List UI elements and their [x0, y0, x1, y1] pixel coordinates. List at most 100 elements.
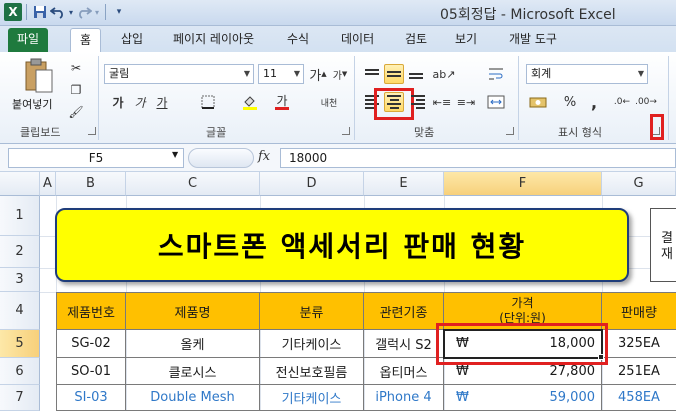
table-cell-id[interactable]: SG-02: [56, 330, 126, 358]
redo-icon[interactable]: [75, 3, 93, 21]
table-cell-category[interactable]: 전신보호필름: [260, 358, 364, 385]
table-cell-qty[interactable]: 251EA: [602, 358, 676, 385]
table-cell-name[interactable]: 올케: [126, 330, 260, 358]
font-size-select[interactable]: 11 ▼: [258, 64, 304, 84]
column-header-e[interactable]: E: [364, 172, 444, 196]
formula-value: 18000: [289, 151, 328, 165]
font-color-button[interactable]: 가: [272, 92, 292, 112]
merge-center-icon[interactable]: [486, 92, 506, 112]
table-header-model[interactable]: 관련기종: [364, 292, 444, 330]
wrap-text-icon[interactable]: [486, 64, 506, 84]
column-header-c[interactable]: C: [126, 172, 260, 196]
title-banner[interactable]: 스마트폰 액세서리 판매 현황: [55, 208, 629, 282]
decrease-decimal-icon[interactable]: .00→: [635, 92, 657, 112]
font-launcher-icon[interactable]: [342, 127, 350, 135]
paste-label: 붙여넣기: [12, 98, 53, 111]
align-middle-icon[interactable]: [384, 64, 404, 84]
fill-color-icon[interactable]: [240, 92, 260, 112]
row-header-7[interactable]: 7: [0, 385, 40, 411]
row-header-2[interactable]: 2: [0, 236, 40, 268]
tab-data[interactable]: 데이터: [332, 28, 383, 52]
column-header-a[interactable]: A: [40, 172, 56, 196]
clipboard-launcher-icon[interactable]: [88, 127, 96, 135]
table-cell-qty[interactable]: 325EA: [602, 330, 676, 358]
format-painter-icon[interactable]: 🖌: [66, 102, 86, 122]
table-cell-category[interactable]: 기타케이스: [260, 330, 364, 358]
column-header-d[interactable]: D: [260, 172, 364, 196]
insert-function-button[interactable]: fx: [258, 149, 270, 164]
tab-home[interactable]: 홈: [70, 28, 102, 52]
table-header-name[interactable]: 제품명: [126, 292, 260, 330]
highlight-box-active-cell: [436, 323, 608, 365]
row-header-5[interactable]: 5: [0, 330, 40, 358]
formula-bar-splitter[interactable]: [188, 148, 254, 168]
accounting-format-icon[interactable]: [528, 92, 548, 112]
shrink-font-icon[interactable]: 가 ▼: [330, 64, 350, 84]
table-cell-category[interactable]: 기타케이스: [260, 385, 364, 411]
font-name-value: 굴림: [109, 67, 130, 80]
phonetic-guide-button[interactable]: 내천: [316, 92, 342, 112]
align-bottom-icon[interactable]: [406, 64, 426, 84]
column-header-g[interactable]: G: [602, 172, 676, 196]
underline-button[interactable]: 가: [152, 92, 172, 112]
window-title: 05회정답 - Microsoft Excel: [440, 7, 616, 23]
undo-icon[interactable]: [49, 3, 67, 21]
cut-icon[interactable]: ✂: [66, 58, 86, 78]
comma-style-button[interactable]: ,: [584, 92, 604, 112]
excel-logo-icon[interactable]: X: [4, 3, 22, 21]
tab-file[interactable]: 파일: [8, 28, 49, 52]
tab-developer[interactable]: 개발 도구: [500, 28, 566, 52]
table-cell-name[interactable]: 클로시스: [126, 358, 260, 385]
tab-page-layout[interactable]: 페이지 레이아웃: [164, 28, 263, 52]
font-name-select[interactable]: 굴림 ▼: [104, 64, 254, 84]
undo-dropdown-icon[interactable]: ▾: [67, 3, 75, 21]
align-right-icon[interactable]: [408, 92, 428, 112]
table-header-qty[interactable]: 판매량: [602, 292, 676, 330]
grow-font-icon[interactable]: 가 ▲: [308, 64, 328, 84]
customize-toolbar-icon[interactable]: ▾: [110, 3, 128, 21]
table-cell-id[interactable]: SO-01: [56, 358, 126, 385]
table-cell-qty[interactable]: 458EA: [602, 385, 676, 411]
select-all-corner[interactable]: [0, 172, 40, 196]
chevron-down-icon: ▼: [243, 69, 250, 78]
border-icon[interactable]: [198, 92, 218, 112]
name-box[interactable]: F5: [8, 148, 184, 168]
tab-formulas[interactable]: 수식: [278, 28, 318, 52]
table-cell-model[interactable]: iPhone 4: [364, 385, 444, 411]
table-cell-model[interactable]: 옵티머스: [364, 358, 444, 385]
table-cell-price[interactable]: ₩59,000: [444, 385, 602, 411]
row-header-4[interactable]: 4: [0, 292, 40, 330]
table-cell-name[interactable]: Double Mesh: [126, 385, 260, 411]
align-top-icon[interactable]: [362, 64, 382, 84]
orientation-icon[interactable]: ab↗: [433, 64, 456, 84]
tab-view[interactable]: 보기: [446, 28, 486, 52]
divider: [518, 56, 519, 140]
name-box-dropdown-icon[interactable]: ▼: [172, 150, 178, 159]
increase-decimal-icon[interactable]: .0←: [612, 92, 632, 112]
paste-button[interactable]: [14, 56, 62, 96]
column-header-f[interactable]: F: [444, 172, 602, 196]
divider: [98, 56, 99, 140]
table-header-id[interactable]: 제품번호: [56, 292, 126, 330]
row-header-1[interactable]: 1: [0, 196, 40, 236]
tab-review[interactable]: 검토: [396, 28, 436, 52]
row-header-6[interactable]: 6: [0, 358, 40, 385]
column-header-b[interactable]: B: [56, 172, 126, 196]
table-cell-model[interactable]: 갤럭시 S2: [364, 330, 444, 358]
bold-button[interactable]: 가: [108, 92, 128, 112]
number-format-select[interactable]: 회계 ▼: [526, 64, 648, 84]
save-icon[interactable]: [31, 3, 49, 21]
copy-icon[interactable]: ❐: [66, 80, 86, 100]
italic-button[interactable]: 가: [130, 92, 150, 112]
table-header-category[interactable]: 분류: [260, 292, 364, 330]
row-header-3[interactable]: 3: [0, 268, 40, 292]
formula-input[interactable]: 18000: [280, 148, 676, 168]
alignment-launcher-icon[interactable]: [506, 127, 514, 135]
percent-style-button[interactable]: %: [560, 92, 580, 112]
increase-indent-icon[interactable]: ≡⇥: [456, 92, 476, 112]
tab-insert[interactable]: 삽입: [112, 28, 152, 52]
decrease-indent-icon[interactable]: ⇤≡: [432, 92, 452, 112]
approval-box[interactable]: 결 재: [650, 208, 676, 282]
table-cell-id[interactable]: SI-03: [56, 385, 126, 411]
redo-dropdown-icon[interactable]: ▾: [93, 3, 101, 21]
